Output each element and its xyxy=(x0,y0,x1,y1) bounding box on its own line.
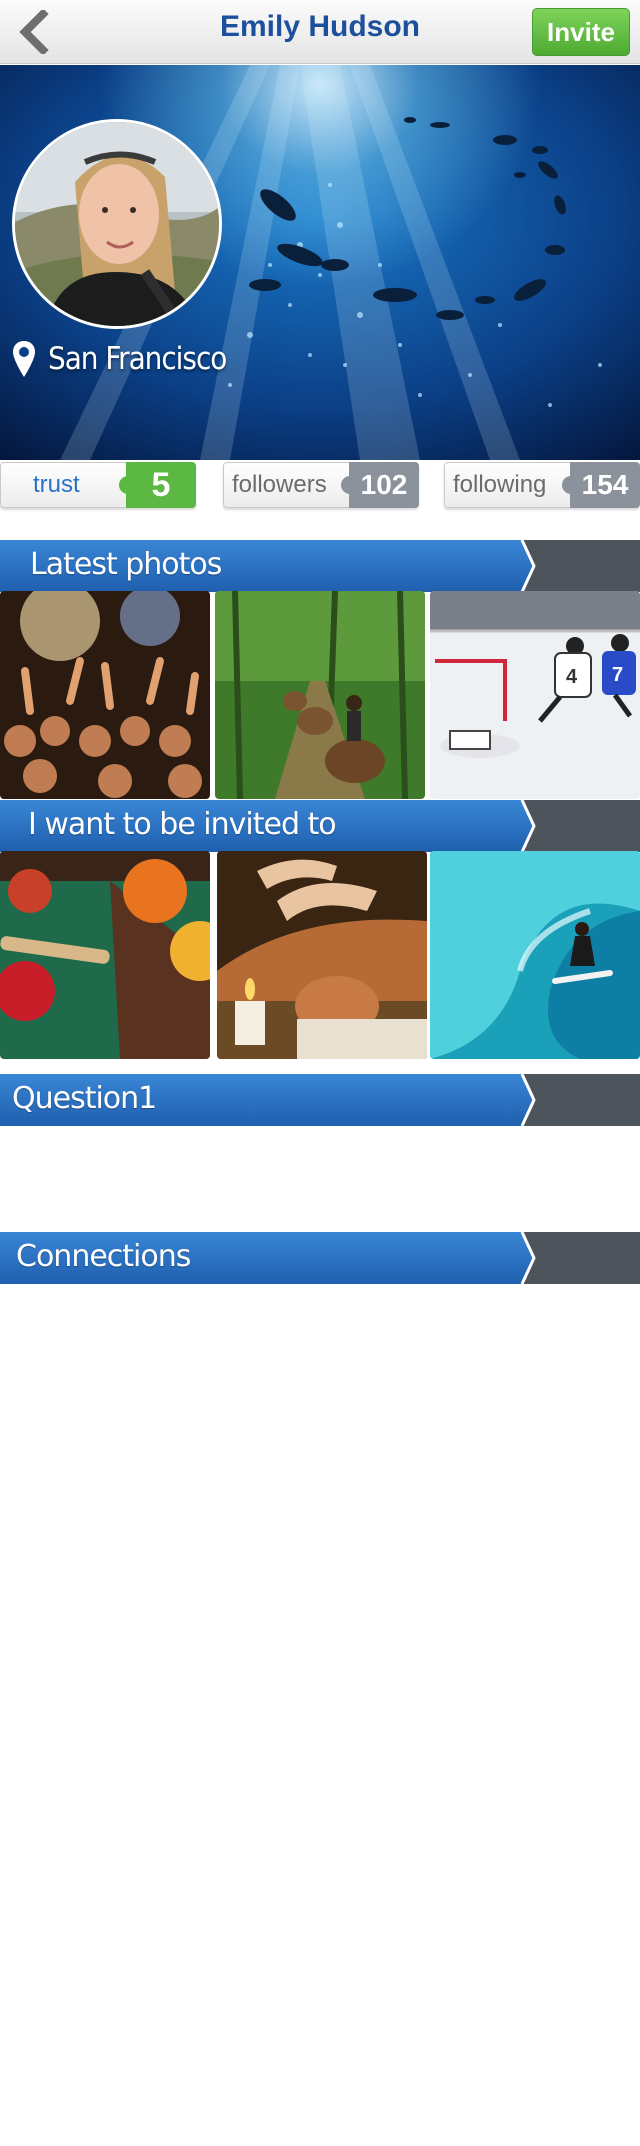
section-title: Latest photos xyxy=(30,547,222,582)
invite-button[interactable]: Invite xyxy=(532,8,630,56)
section-title: Connections xyxy=(16,1239,191,1274)
photo-horse-riding[interactable] xyxy=(215,591,425,799)
svg-text:4: 4 xyxy=(566,666,578,688)
section-latest-photos[interactable]: Latest photos xyxy=(0,540,640,592)
svg-text:7: 7 xyxy=(612,664,623,686)
location-label: San Francisco xyxy=(48,341,227,377)
profile-cover: San Francisco xyxy=(0,65,640,460)
profile-photo xyxy=(15,122,219,326)
following-stat[interactable]: following 154 xyxy=(444,462,640,508)
section-invited-to[interactable]: I want to be invited to xyxy=(0,800,640,852)
page-title: Emily Hudson xyxy=(219,10,421,43)
following-value: 154 xyxy=(570,462,640,508)
following-label: following xyxy=(453,471,547,498)
photo-massage[interactable] xyxy=(217,851,427,1059)
followers-label: followers xyxy=(232,471,327,498)
nav-bar: Emily Hudson Invite xyxy=(0,0,640,64)
followers-value: 102 xyxy=(349,462,419,508)
trust-value: 5 xyxy=(126,462,196,508)
photo-billiards[interactable] xyxy=(0,851,210,1059)
avatar[interactable] xyxy=(12,119,222,329)
followers-stat[interactable]: followers 102 xyxy=(223,462,419,508)
chevron-left-icon xyxy=(19,10,49,54)
section-connections[interactable]: Connections xyxy=(0,1232,640,1284)
section-title: I want to be invited to xyxy=(28,807,337,842)
back-button[interactable] xyxy=(10,8,58,56)
photo-concert[interactable] xyxy=(0,591,210,799)
section-title: Question1 xyxy=(12,1081,157,1116)
photo-surfing[interactable] xyxy=(430,851,640,1059)
map-pin-icon xyxy=(13,341,35,377)
photo-ice-hockey[interactable]: 4 7 xyxy=(430,591,640,799)
trust-label: trust xyxy=(33,471,80,498)
trust-stat[interactable]: trust 5 xyxy=(0,462,196,508)
location: San Francisco xyxy=(12,340,227,378)
section-question[interactable]: Question1 xyxy=(0,1074,640,1126)
